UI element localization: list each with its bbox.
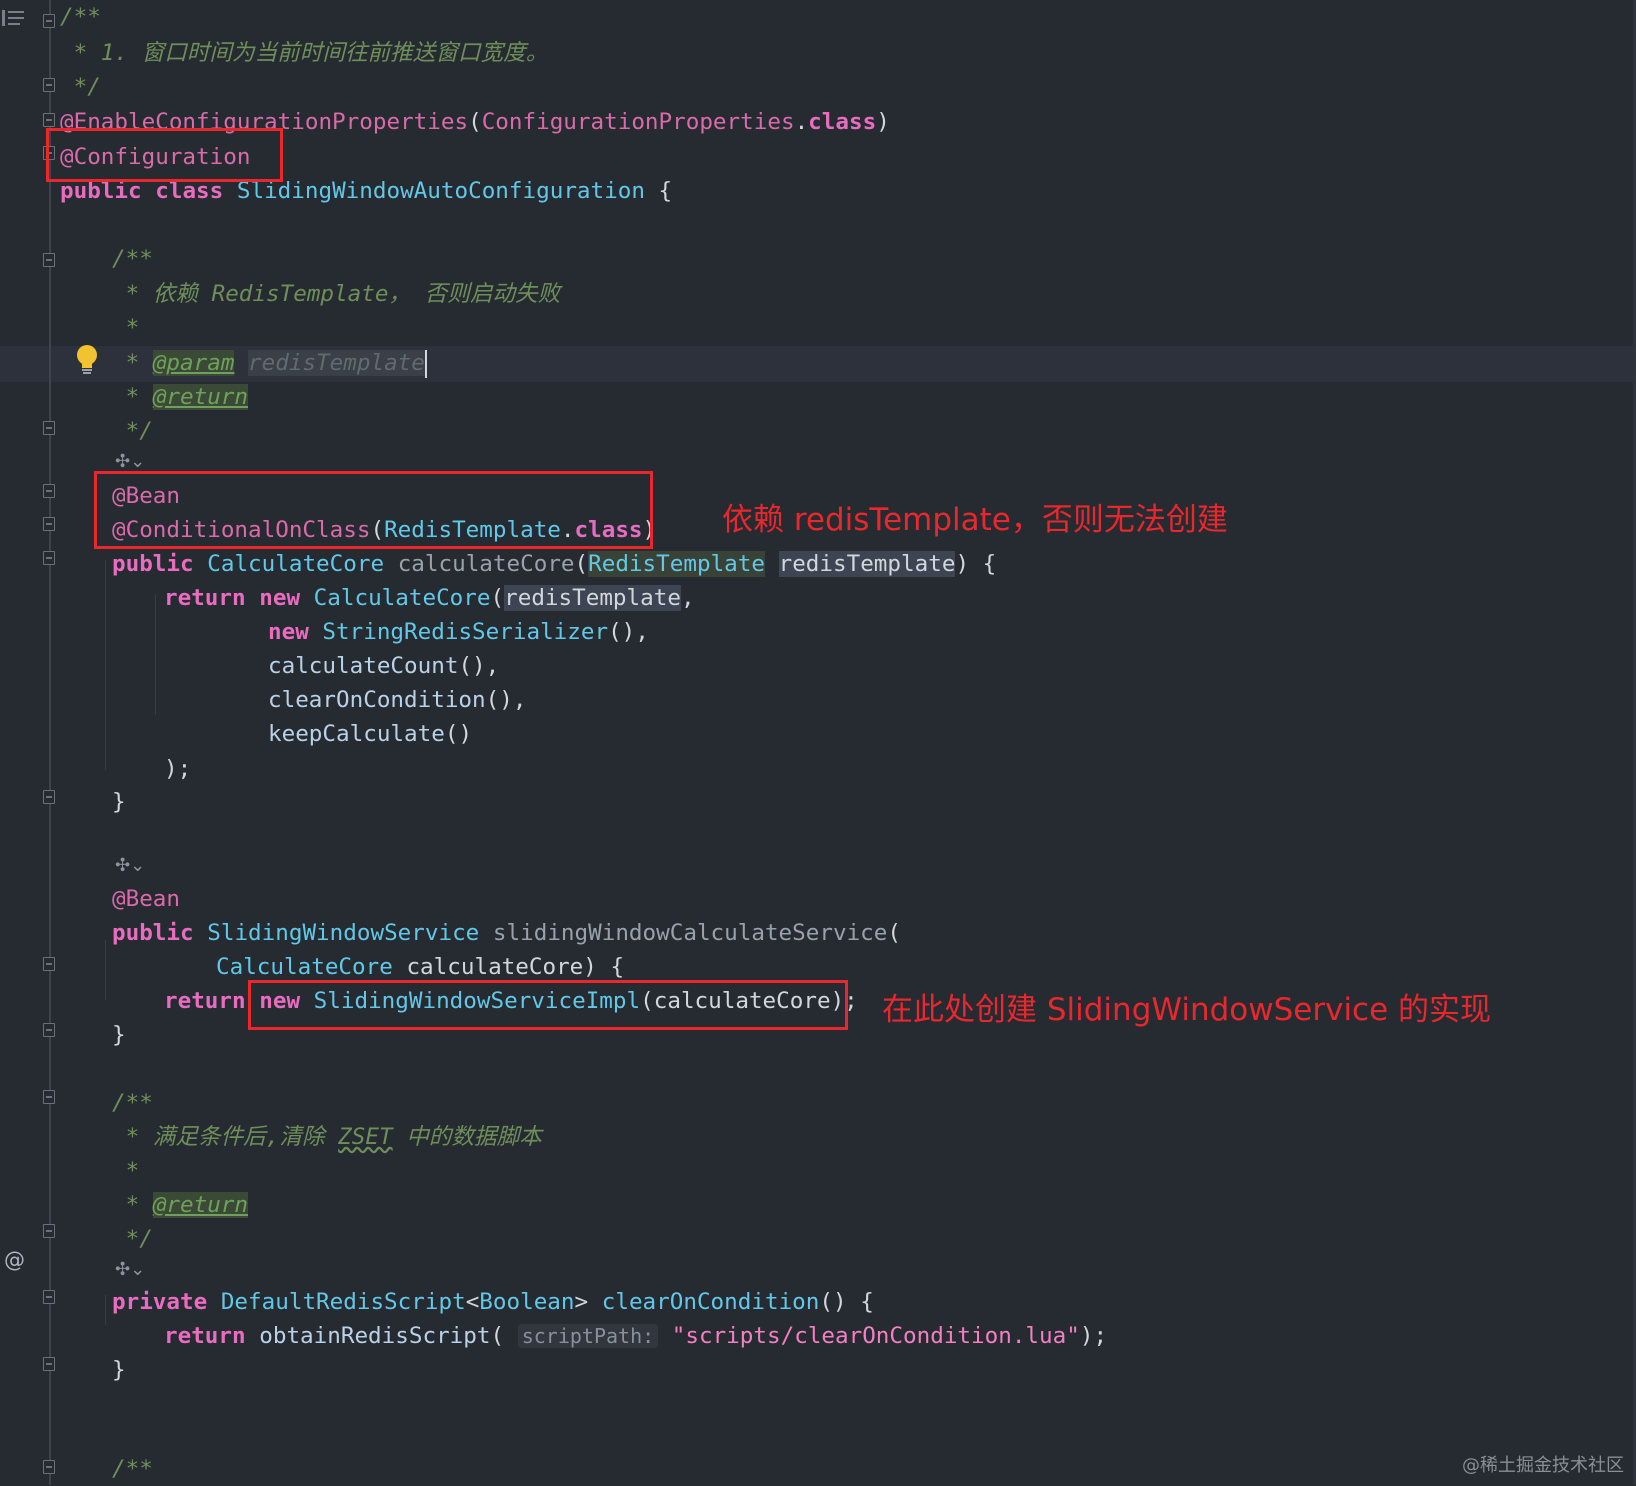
fold-marker[interactable]: [43, 1090, 55, 1104]
gutter-separator: [49, 0, 51, 1485]
spring-bean-icon[interactable]: ✣⌄: [115, 855, 155, 876]
fold-marker[interactable]: [43, 790, 55, 804]
code-line: * @param redisTemplate: [112, 349, 427, 378]
code-line: */: [112, 1226, 153, 1252]
code-line: * 满足条件后,清除 ZSET 中的数据脚本: [112, 1124, 542, 1150]
annotation-note: 依赖 redisTemplate，否则无法创建: [722, 502, 1228, 538]
code-line: *: [112, 315, 140, 341]
fold-marker[interactable]: [43, 1460, 55, 1474]
code-line: /**: [112, 1090, 153, 1116]
code-line: * 依赖 RedisTemplate， 否则启动失败: [112, 281, 561, 307]
code-line: /**: [112, 1456, 153, 1482]
fold-marker[interactable]: [43, 1357, 55, 1371]
highlight-box-conditional: [94, 471, 653, 549]
code-line: private DefaultRedisScript<Boolean> clea…: [112, 1289, 874, 1315]
fold-marker[interactable]: [43, 551, 55, 565]
fold-marker[interactable]: [43, 1290, 55, 1304]
structure-icon[interactable]: [2, 10, 24, 26]
fold-marker[interactable]: [43, 1224, 55, 1238]
code-line: */: [60, 74, 101, 100]
watermark: @稀土掘金技术社区: [1462, 1455, 1624, 1476]
fold-marker[interactable]: [43, 78, 55, 92]
fold-marker[interactable]: [43, 253, 55, 267]
fold-marker[interactable]: [43, 421, 55, 435]
code-line: * @return: [112, 1192, 249, 1218]
spring-bean-icon[interactable]: ✣⌄: [115, 1259, 155, 1280]
code-line: );: [164, 756, 192, 782]
spring-bean-icon[interactable]: ✣⌄: [115, 451, 155, 472]
code-line: }: [112, 1357, 126, 1383]
highlight-box-configuration: [46, 128, 283, 182]
parameter-hint: scriptPath:: [517, 1324, 659, 1348]
code-line: /**: [60, 4, 101, 30]
indent-guide: [155, 595, 156, 715]
code-line: *: [112, 1158, 140, 1184]
fold-marker[interactable]: [43, 517, 55, 531]
code-line: public SlidingWindowService slidingWindo…: [112, 920, 901, 946]
code-line: * @return: [112, 384, 249, 410]
fold-marker[interactable]: [43, 1023, 55, 1037]
fold-marker[interactable]: [43, 957, 55, 971]
code-line: keepCalculate(): [268, 721, 473, 747]
at-sign-icon[interactable]: @: [4, 1248, 25, 1272]
highlight-box-impl: [248, 980, 848, 1030]
code-line: @Bean: [112, 886, 181, 912]
code-line: public CalculateCore calculateCore(Redis…: [112, 551, 997, 577]
annotation-note: 在此处创建 SlidingWindowService 的实现: [882, 992, 1492, 1028]
indent-guide: [105, 940, 106, 1000]
code-line: new StringRedisSerializer(),: [268, 619, 649, 645]
code-line: /**: [112, 246, 153, 272]
code-line: */: [112, 418, 153, 444]
code-line: CalculateCore calculateCore) {: [216, 954, 625, 980]
code-line: calculateCount(),: [268, 653, 500, 679]
code-line: return new CalculateCore(redisTemplate,: [164, 585, 695, 611]
code-line: }: [112, 1022, 126, 1048]
code-line: return obtainRedisScript( scriptPath: "s…: [164, 1323, 1108, 1349]
code-line: }: [112, 789, 126, 815]
indent-guide: [105, 1295, 106, 1325]
indent-guide: [105, 560, 106, 770]
code-line: * 1. 窗口时间为当前时间往前推送窗口宽度。: [60, 40, 549, 66]
fold-marker[interactable]: [43, 14, 55, 28]
lightbulb-icon[interactable]: [74, 344, 100, 376]
code-line: clearOnCondition(),: [268, 687, 527, 713]
fold-marker[interactable]: [43, 113, 55, 127]
fold-marker[interactable]: [43, 484, 55, 498]
